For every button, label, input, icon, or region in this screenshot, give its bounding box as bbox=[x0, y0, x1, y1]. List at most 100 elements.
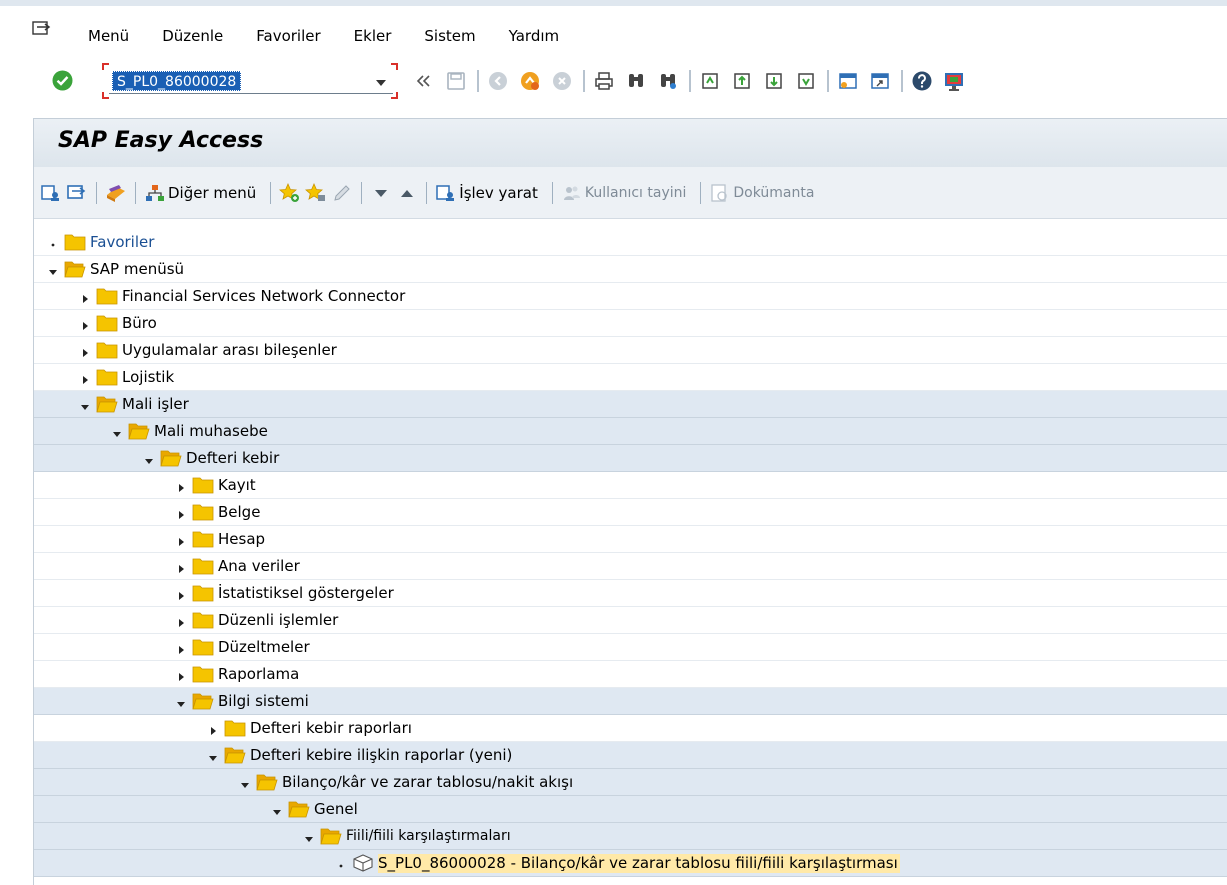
move-down-icon[interactable] bbox=[370, 182, 392, 204]
tree-item-label[interactable]: Düzeltmeler bbox=[218, 638, 312, 657]
tree-item[interactable]: İstatistiksel göstergeler bbox=[34, 580, 1227, 607]
tree-item[interactable]: Raporlama bbox=[34, 661, 1227, 688]
expand-arrow-icon[interactable] bbox=[176, 508, 186, 519]
next-page-icon[interactable] bbox=[762, 69, 786, 93]
previous-page-icon[interactable] bbox=[730, 69, 754, 93]
menu-item[interactable]: Sistem bbox=[424, 27, 475, 45]
expand-arrow-icon[interactable] bbox=[80, 346, 90, 357]
expand-arrow-icon[interactable] bbox=[176, 589, 186, 600]
tree-item-label[interactable]: Mali işler bbox=[122, 395, 191, 414]
collapse-arrow-icon[interactable] bbox=[272, 805, 282, 815]
tree-item[interactable]: SAP menüsü bbox=[34, 256, 1227, 283]
collapse-arrow-icon[interactable] bbox=[144, 454, 154, 464]
user-menu-icon[interactable] bbox=[40, 182, 62, 204]
exit-icon[interactable] bbox=[518, 69, 542, 93]
expand-arrow-icon[interactable] bbox=[176, 670, 186, 681]
tree-item-label[interactable]: Genel bbox=[314, 800, 360, 819]
menu-item[interactable]: Yardım bbox=[509, 27, 560, 45]
shortcut-icon[interactable] bbox=[868, 69, 892, 93]
help-icon[interactable] bbox=[910, 69, 934, 93]
tree-item-label[interactable]: Büro bbox=[122, 314, 159, 333]
tree-item[interactable]: Defteri kebir raporları bbox=[34, 715, 1227, 742]
new-session-icon[interactable] bbox=[836, 69, 860, 93]
tree-item-label[interactable]: Düzenli işlemler bbox=[218, 611, 340, 630]
expand-arrow-icon[interactable] bbox=[80, 292, 90, 303]
command-field[interactable]: S_PL0_86000028 bbox=[109, 68, 393, 94]
user-assignment-button[interactable]: Kullanıcı tayini bbox=[561, 182, 686, 204]
expand-arrow-icon[interactable] bbox=[80, 319, 90, 330]
tree-item-label[interactable]: Bilgi sistemi bbox=[218, 692, 311, 711]
tree-item-label[interactable]: Defteri kebir bbox=[186, 449, 281, 468]
collapse-arrow-icon[interactable] bbox=[208, 751, 218, 761]
move-up-icon[interactable] bbox=[396, 182, 418, 204]
find-icon[interactable] bbox=[624, 69, 648, 93]
tree-item[interactable]: Uygulamalar arası bileşenler bbox=[34, 337, 1227, 364]
collapse-arrow-icon[interactable] bbox=[112, 427, 122, 437]
tree-item-label[interactable]: İstatistiksel göstergeler bbox=[218, 584, 396, 603]
collapse-arrow-icon[interactable] bbox=[176, 697, 186, 707]
tree-item[interactable]: Bilanço/kâr ve zarar tablosu/nakit akışı bbox=[34, 769, 1227, 796]
change-favorite-icon[interactable] bbox=[331, 182, 353, 204]
tree-item[interactable]: Lojistik bbox=[34, 364, 1227, 391]
print-icon[interactable] bbox=[592, 69, 616, 93]
tree-item[interactable]: Mali işler bbox=[34, 391, 1227, 418]
tree-item[interactable]: Bilgi sistemi bbox=[34, 688, 1227, 715]
tree-item-label[interactable]: Hesap bbox=[218, 530, 267, 549]
menu-item[interactable]: Menü bbox=[88, 27, 129, 45]
sap-menu-icon[interactable] bbox=[66, 182, 88, 204]
tree-item[interactable]: Düzeltmeler bbox=[34, 634, 1227, 661]
tree-item[interactable]: Favoriler bbox=[34, 229, 1227, 256]
expand-arrow-icon[interactable] bbox=[208, 724, 218, 735]
tree-item[interactable]: Kayıt bbox=[34, 472, 1227, 499]
tree-item-label[interactable]: S_PL0_86000028 - Bilanço/kâr ve zarar ta… bbox=[378, 854, 900, 873]
expand-arrow-icon[interactable] bbox=[176, 562, 186, 573]
tree-item[interactable]: Defteri kebir bbox=[34, 445, 1227, 472]
tree-item-label[interactable]: SAP menüsü bbox=[90, 260, 186, 279]
delete-favorite-icon[interactable] bbox=[305, 182, 327, 204]
expand-arrow-icon[interactable] bbox=[176, 616, 186, 627]
tree-item-label[interactable]: Fiili/fiili karşılaştırmaları bbox=[346, 827, 513, 846]
system-menu-icon[interactable] bbox=[32, 21, 52, 38]
find-next-icon[interactable] bbox=[656, 69, 680, 93]
tree-item[interactable]: Mali muhasebe bbox=[34, 418, 1227, 445]
tree-item-label[interactable]: Defteri kebir raporları bbox=[250, 719, 414, 738]
cancel-icon[interactable] bbox=[550, 69, 574, 93]
tree-item[interactable]: Fiili/fiili karşılaştırmaları bbox=[34, 823, 1227, 850]
tree-item-label[interactable]: Belge bbox=[218, 503, 262, 522]
tree-item[interactable]: Genel bbox=[34, 796, 1227, 823]
tree-item-label[interactable]: Financial Services Network Connector bbox=[122, 287, 407, 306]
tree-item[interactable]: Financial Services Network Connector bbox=[34, 283, 1227, 310]
business-workplace-icon[interactable] bbox=[105, 182, 127, 204]
expand-arrow-icon[interactable] bbox=[176, 535, 186, 546]
tree-item[interactable]: Ana veriler bbox=[34, 553, 1227, 580]
tree-item-transaction[interactable]: S_PL0_86000028 - Bilanço/kâr ve zarar ta… bbox=[34, 850, 1227, 877]
tree-item[interactable]: Belge bbox=[34, 499, 1227, 526]
back-icon[interactable] bbox=[486, 69, 510, 93]
add-favorite-icon[interactable] bbox=[279, 182, 301, 204]
tree-item[interactable]: Düzenli işlemler bbox=[34, 607, 1227, 634]
chevron-down-icon[interactable] bbox=[375, 76, 387, 86]
tree-item-label[interactable]: Favoriler bbox=[90, 233, 156, 252]
tree-item-label[interactable]: Kayıt bbox=[218, 476, 258, 495]
tree-item-label[interactable]: Mali muhasebe bbox=[154, 422, 270, 441]
menu-item[interactable]: Düzenle bbox=[162, 27, 223, 45]
enter-check-icon[interactable] bbox=[52, 70, 73, 91]
first-page-icon[interactable] bbox=[698, 69, 722, 93]
collapse-arrow-icon[interactable] bbox=[304, 832, 314, 842]
expand-arrow-icon[interactable] bbox=[176, 643, 186, 654]
tree-item[interactable]: Hesap bbox=[34, 526, 1227, 553]
collapse-command-field-icon[interactable] bbox=[412, 69, 436, 93]
expand-arrow-icon[interactable] bbox=[80, 373, 90, 384]
expand-arrow-icon[interactable] bbox=[176, 481, 186, 492]
collapse-arrow-icon[interactable] bbox=[80, 400, 90, 410]
command-field-value[interactable]: S_PL0_86000028 bbox=[112, 71, 242, 91]
tree-item-label[interactable]: Bilanço/kâr ve zarar tablosu/nakit akışı bbox=[282, 773, 575, 792]
tree-item[interactable]: Büro bbox=[34, 310, 1227, 337]
tree-item-label[interactable]: Defteri kebire ilişkin raporlar (yeni) bbox=[250, 746, 514, 765]
last-page-icon[interactable] bbox=[794, 69, 818, 93]
save-icon[interactable] bbox=[444, 69, 468, 93]
customize-layout-icon[interactable] bbox=[942, 69, 966, 93]
menu-item[interactable]: Favoriler bbox=[256, 27, 320, 45]
documentation-button[interactable]: Dokümanta bbox=[709, 182, 814, 204]
tree-item-label[interactable]: Raporlama bbox=[218, 665, 301, 684]
